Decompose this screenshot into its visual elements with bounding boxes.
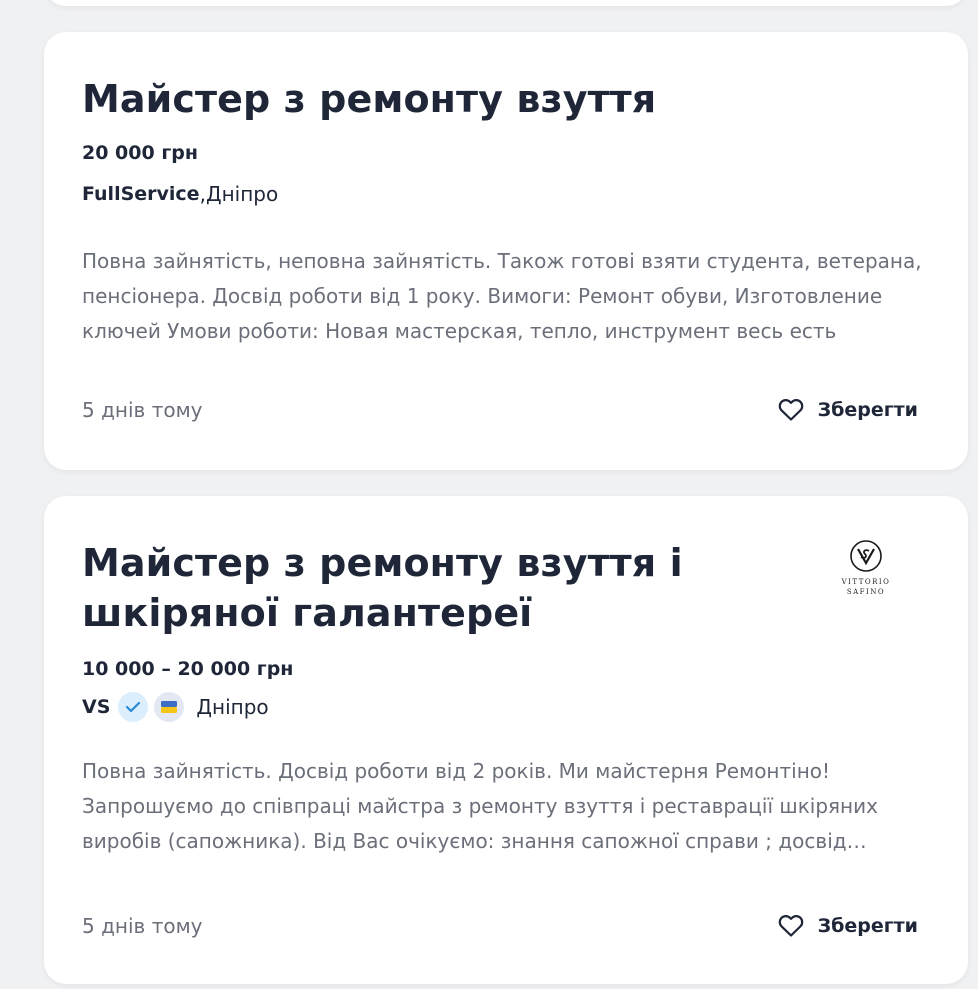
- company-name: VS: [82, 696, 111, 718]
- ukraine-badge[interactable]: [154, 692, 185, 722]
- save-button[interactable]: Зберегти: [778, 398, 918, 422]
- heart-outline-icon: [778, 399, 803, 421]
- job-card[interactable]: Майстер з ремонту взуття 20 000 грн Full…: [44, 32, 968, 470]
- save-label: Зберегти: [817, 915, 918, 937]
- salary: 20 000 грн: [82, 142, 198, 164]
- save-label: Зберегти: [817, 399, 918, 421]
- company-name: FullService: [82, 183, 200, 205]
- posted-date: 5 днів тому: [82, 398, 203, 422]
- card-footer: 5 днів тому Зберегти: [82, 398, 918, 422]
- logo-text-line1: VITTORIO: [841, 578, 891, 586]
- job-title[interactable]: Майстер з ремонту взуття і шкіряної гала…: [82, 496, 722, 638]
- job-title[interactable]: Майстер з ремонту взуття: [82, 32, 930, 124]
- company-logo-emblem: [850, 540, 882, 572]
- verified-badge[interactable]: [118, 692, 149, 722]
- save-button[interactable]: Зберегти: [778, 914, 918, 938]
- checkmark-icon: [126, 701, 141, 713]
- city: Дніпро: [205, 182, 279, 206]
- heart-outline-icon: [778, 915, 803, 937]
- company-line: VS Дніпро: [82, 692, 930, 722]
- job-description: Повна зайнятість, неповна зайнятість. Та…: [82, 249, 922, 343]
- previous-listing-card: [44, 0, 968, 6]
- job-description: Повна зайнятість. Досвід роботи від 2 ро…: [82, 759, 878, 853]
- logo-text-line2: SAFINO: [846, 588, 886, 596]
- card-footer: 5 днів тому Зберегти: [82, 914, 918, 938]
- job-card[interactable]: Майстер з ремонту взуття і шкіряної гала…: [44, 496, 968, 984]
- company-logo[interactable]: VITTORIO SAFINO: [832, 536, 900, 602]
- ukraine-flag-icon: [161, 701, 178, 713]
- salary: 10 000 – 20 000 грн: [82, 658, 294, 680]
- company-line: FullService, Дніпро: [82, 180, 930, 208]
- posted-date: 5 днів тому: [82, 914, 203, 938]
- city: Дніпро: [196, 695, 269, 719]
